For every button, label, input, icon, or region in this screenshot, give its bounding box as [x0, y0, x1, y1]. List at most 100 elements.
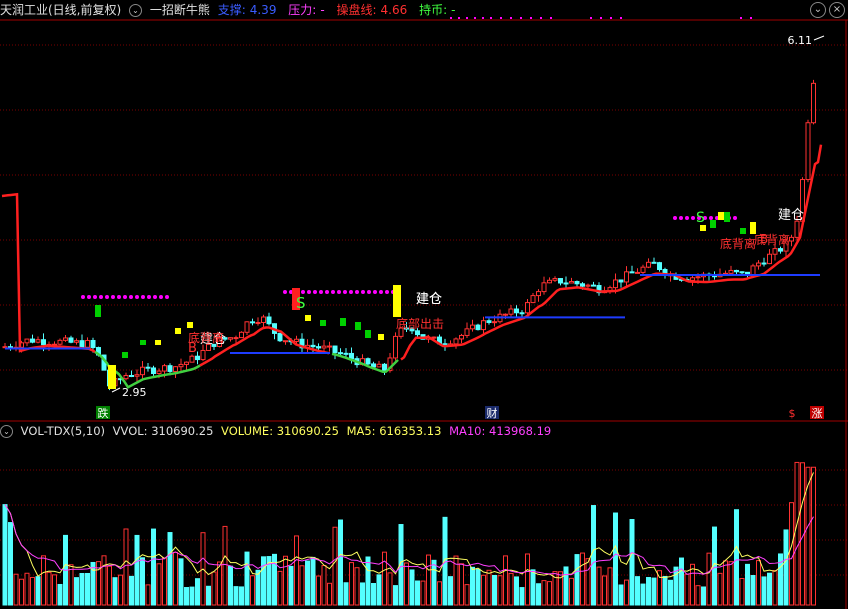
volume-bar	[811, 466, 816, 606]
candle-body	[195, 355, 200, 361]
volume-value: VOLUME: 310690.25	[221, 424, 339, 438]
candle-body	[629, 271, 635, 274]
signal-bar	[740, 228, 746, 234]
close-icon[interactable]: ×	[829, 2, 845, 18]
candle-body	[30, 338, 35, 343]
indicator-name[interactable]: 一招断牛熊	[150, 3, 210, 17]
volume-bar	[140, 557, 145, 606]
candle-body	[316, 346, 321, 349]
pressure-dot	[313, 290, 317, 294]
support-value: 4.39	[249, 3, 277, 17]
volume-bar	[706, 552, 712, 606]
candle-body	[365, 358, 371, 365]
candle-body	[624, 271, 629, 283]
volume-bar	[745, 563, 750, 606]
candle-body	[789, 236, 794, 242]
volume-bar	[222, 525, 228, 606]
volume-bar	[195, 578, 200, 606]
signal-bar	[305, 315, 311, 321]
support-label: 支撑:	[217, 3, 246, 17]
candle-body	[475, 324, 481, 331]
volume-bar	[563, 566, 569, 606]
candle-body	[563, 282, 569, 285]
volume-bar	[662, 575, 668, 606]
candle-body	[349, 352, 354, 360]
volume-bar	[684, 573, 690, 606]
candle-body	[541, 282, 547, 293]
candle-body	[756, 262, 761, 267]
volume-bar	[30, 576, 35, 606]
volume-bar	[646, 577, 651, 606]
volume-bar	[580, 552, 585, 606]
volume-bar	[431, 559, 437, 606]
candle-body	[178, 363, 184, 368]
signal-bar	[108, 365, 116, 389]
volume-bar	[547, 581, 552, 606]
volume-bar	[162, 557, 167, 606]
candle-body	[382, 363, 387, 372]
pressure-dot	[325, 290, 329, 294]
chart-annotation: 底部出击	[396, 316, 444, 331]
volume-bar	[756, 560, 761, 606]
chevron-down-icon[interactable]: ⌄	[810, 2, 826, 18]
control-label: 操盘线:	[336, 3, 377, 17]
volume-bar	[514, 576, 519, 606]
pressure-label: 压力:	[288, 3, 317, 17]
price-chart[interactable]: 6.112.95建仓BS底背离底部出击建仓建仓S底背离 B底背离建仓跌财 $ 涨	[0, 0, 848, 609]
chart-annotation: 建仓	[416, 292, 442, 307]
chevron-down-icon[interactable]: ⌄	[129, 4, 143, 17]
vol-indicator-name[interactable]: VOL-TDX(5,10)	[21, 424, 105, 438]
signal-bar	[393, 285, 401, 317]
candle-body	[492, 321, 497, 324]
volume-bar	[327, 582, 332, 606]
candle-body	[123, 375, 129, 380]
chart-annotation: 底背离	[188, 330, 224, 345]
pressure-dot	[81, 295, 85, 299]
chart-annotation: S	[696, 210, 705, 226]
volume-bar	[574, 554, 580, 606]
volume-bar	[277, 570, 283, 606]
volume-bar	[118, 574, 123, 606]
volume-bar	[783, 529, 789, 606]
candle-body	[794, 220, 800, 238]
candle-body	[184, 361, 189, 365]
volume-bar	[668, 579, 673, 606]
candle-body	[244, 321, 250, 333]
volume-bar	[789, 502, 794, 606]
volume-bar	[228, 565, 233, 606]
volume-bar	[624, 579, 629, 606]
candle-body	[261, 316, 266, 323]
volume-bar	[35, 576, 41, 606]
volume-bar	[299, 565, 305, 606]
candle-body	[371, 363, 376, 368]
volume-bar	[723, 560, 728, 606]
volume-bar	[519, 587, 525, 606]
volume-bar	[233, 586, 239, 606]
pressure-dot	[159, 295, 163, 299]
candle-body	[525, 302, 530, 314]
volume-bar	[211, 571, 217, 606]
candle-body	[338, 352, 343, 355]
candle-body	[750, 265, 756, 276]
pressure-dot	[685, 216, 689, 220]
signal-bar	[320, 320, 326, 326]
volume-bar	[448, 576, 453, 606]
volume-bar	[618, 584, 624, 606]
ma5-value: MA5: 616353.13	[346, 424, 442, 438]
pressure-dot	[355, 290, 359, 294]
pressure-dot	[373, 290, 377, 294]
candle-body	[618, 279, 624, 283]
volume-bar	[690, 563, 695, 606]
candle-body	[90, 339, 96, 349]
candle-body	[486, 320, 492, 323]
volume-bar	[409, 569, 415, 606]
candle-body	[514, 308, 519, 314]
candle-body	[294, 338, 299, 342]
signal-bar	[378, 334, 384, 340]
pressure-dot	[379, 290, 383, 294]
candle-body	[145, 366, 151, 369]
candle-body	[228, 337, 233, 340]
chevron-down-icon[interactable]: ⌄	[0, 425, 13, 438]
volume-bar	[354, 567, 360, 606]
candle-body	[635, 271, 640, 274]
